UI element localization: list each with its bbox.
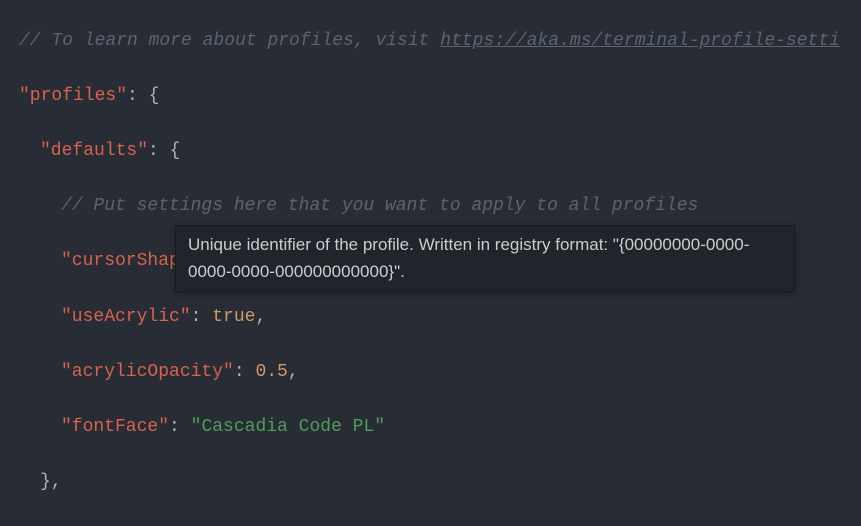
comment-text: // To learn more about profiles, visit h… (19, 31, 840, 51)
code-line: }, (0, 469, 861, 497)
code-line: "acrylicOpacity": 0.5, (0, 359, 861, 387)
code-line: "fontFace": "Cascadia Code PL" (0, 414, 861, 442)
tooltip-text: Unique identifier of the profile. Writte… (188, 235, 749, 281)
code-line: "defaults": { (0, 138, 861, 166)
hover-tooltip: Unique identifier of the profile. Writte… (175, 225, 795, 292)
code-line: "profiles": { (0, 83, 861, 111)
code-line: "useAcrylic": true, (0, 304, 861, 332)
code-editor[interactable]: // To learn more about profiles, visit h… (0, 0, 861, 526)
code-line: // To learn more about profiles, visit h… (0, 28, 861, 56)
comment-text: // Put settings here that you want to ap… (61, 196, 698, 216)
code-line: // Put settings here that you want to ap… (0, 193, 861, 221)
